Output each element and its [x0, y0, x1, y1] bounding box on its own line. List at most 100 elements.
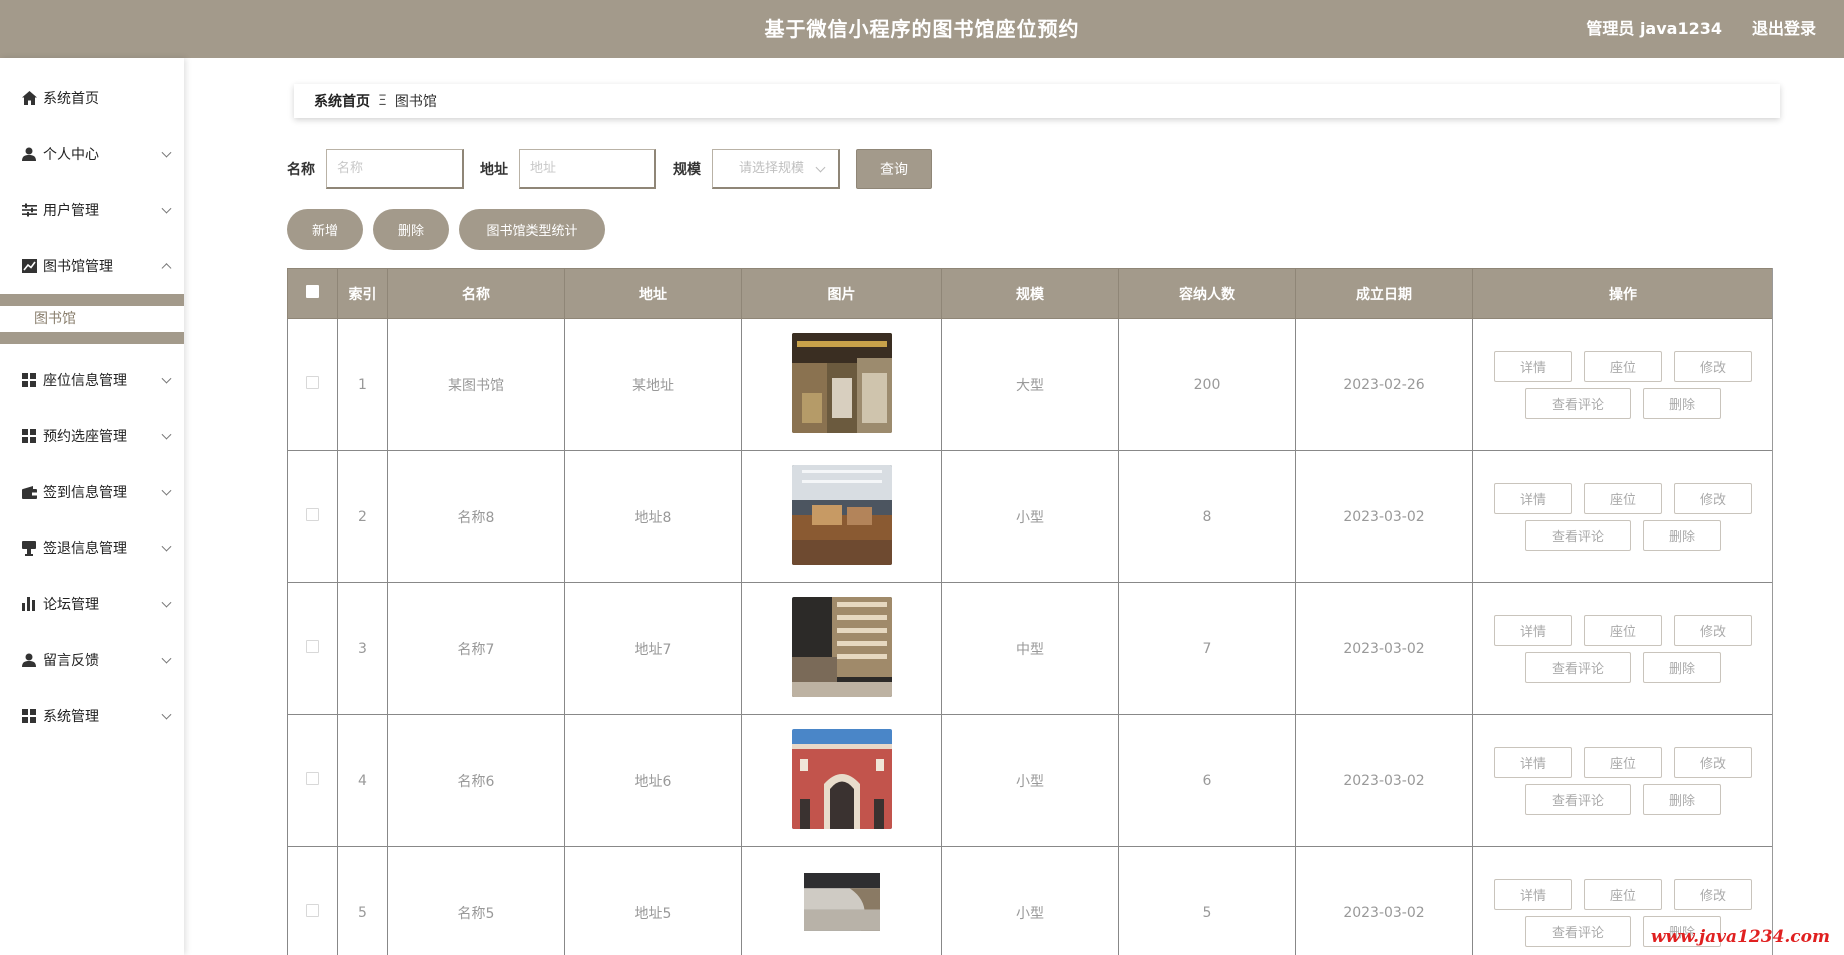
seat-button[interactable]: 座位: [1584, 746, 1662, 778]
add-button[interactable]: 新增: [287, 209, 363, 250]
view-comments-button[interactable]: 查看评论: [1525, 783, 1631, 815]
view-comments-button[interactable]: 查看评论: [1525, 387, 1631, 419]
breadcrumb-home[interactable]: 系统首页: [314, 91, 370, 111]
sidebar-item-checkout[interactable]: 签退信息管理: [0, 520, 184, 576]
header-index: 索引: [337, 268, 388, 319]
top-header: 基于微信小程序的图书馆座位预约 管理员 java1234 退出登录: [0, 0, 1844, 58]
table-header-row: 索引 名称 地址 图片 规模 容纳人数 成立日期 操作: [287, 268, 1772, 319]
chevron-down-icon: [161, 203, 172, 214]
sidebar-item-library-management[interactable]: 图书馆管理: [0, 238, 184, 294]
row-delete-button[interactable]: 删除: [1643, 651, 1721, 683]
sidebar-item-label: 座位信息管理: [43, 373, 127, 389]
sidebar-item-label: 预约选座管理: [43, 429, 127, 445]
library-photo[interactable]: [792, 872, 892, 949]
cell-name: 名称7: [387, 582, 565, 715]
sidebar-item-checkin[interactable]: 签到信息管理: [0, 464, 184, 520]
chevron-down-icon: [161, 147, 172, 158]
cell-capacity: 8: [1118, 450, 1296, 583]
sidebar-item-seats[interactable]: 座位信息管理: [0, 352, 184, 408]
library-type-stats-button[interactable]: 图书馆类型统计: [459, 209, 605, 250]
detail-button[interactable]: 详情: [1494, 878, 1572, 910]
seat-button[interactable]: 座位: [1584, 614, 1662, 646]
edit-button[interactable]: 修改: [1674, 746, 1752, 778]
cell-date: 2023-03-02: [1295, 714, 1473, 847]
sidebar-item-system[interactable]: 系统管理: [0, 688, 184, 744]
chevron-down-icon: [161, 485, 172, 496]
sidebar-item-label: 用户管理: [43, 203, 99, 219]
row-checkbox[interactable]: [306, 772, 319, 785]
sidebar-item-label: 系统首页: [43, 91, 99, 107]
chart-line-icon: [21, 258, 37, 274]
header-operations: 操作: [1472, 268, 1772, 319]
library-photo[interactable]: [791, 596, 892, 697]
sidebar-item-home[interactable]: 系统首页: [0, 70, 184, 126]
logout-link[interactable]: 退出登录: [1752, 0, 1816, 58]
cell-scale: 小型: [941, 714, 1119, 847]
sliders-icon: [21, 202, 37, 218]
delete-button[interactable]: 删除: [373, 209, 449, 250]
submenu-item-library[interactable]: 图书馆: [34, 306, 76, 332]
name-label: 名称: [287, 162, 315, 178]
sidebar-item-label: 系统管理: [43, 709, 99, 725]
scale-select-placeholder: 请选择规模: [739, 161, 805, 176]
seat-button[interactable]: 座位: [1584, 878, 1662, 910]
row-delete-button[interactable]: 删除: [1643, 519, 1721, 551]
sidebar-item-profile[interactable]: 个人中心: [0, 126, 184, 182]
row-checkbox[interactable]: [306, 904, 319, 917]
name-search-input[interactable]: [326, 149, 464, 189]
grid-icon: [21, 372, 37, 388]
breadcrumb-separator: Ξ: [378, 93, 387, 109]
row-checkbox[interactable]: [306, 640, 319, 653]
chevron-down-icon: [161, 429, 172, 440]
query-button[interactable]: 查询: [856, 149, 932, 189]
user-icon: [21, 652, 37, 668]
header-name: 名称: [387, 268, 565, 319]
row-delete-button[interactable]: 删除: [1643, 387, 1721, 419]
cell-address: 地址8: [564, 450, 742, 583]
header-image: 图片: [741, 268, 942, 319]
cell-index: 1: [337, 318, 388, 451]
chevron-up-icon: [161, 263, 172, 274]
cell-address: 某地址: [564, 318, 742, 451]
sidebar-item-reservations[interactable]: 预约选座管理: [0, 408, 184, 464]
sidebar-item-feedback[interactable]: 留言反馈: [0, 632, 184, 688]
seat-button[interactable]: 座位: [1584, 350, 1662, 382]
watermark: www.java1234.com: [1650, 927, 1830, 947]
cell-index: 2: [337, 450, 388, 583]
row-checkbox[interactable]: [306, 508, 319, 521]
table-row: 2 名称8 地址8 小型 8 2023-03-02 详情 座位 修改 查看评论 …: [287, 450, 1772, 583]
select-all-checkbox[interactable]: [306, 285, 319, 298]
library-table: 索引 名称 地址 图片 规模 容纳人数 成立日期 操作 1 某图书馆 某地址 大…: [287, 268, 1773, 955]
scale-label: 规模: [673, 162, 701, 178]
sidebar-item-label: 签退信息管理: [43, 541, 127, 557]
library-photo[interactable]: [791, 464, 892, 565]
detail-button[interactable]: 详情: [1494, 614, 1572, 646]
library-photo[interactable]: [791, 728, 892, 829]
row-checkbox[interactable]: [306, 376, 319, 389]
edit-button[interactable]: 修改: [1674, 878, 1752, 910]
sidebar-item-users[interactable]: 用户管理: [0, 182, 184, 238]
view-comments-button[interactable]: 查看评论: [1525, 519, 1631, 551]
row-delete-button[interactable]: 删除: [1643, 783, 1721, 815]
edit-button[interactable]: 修改: [1674, 350, 1752, 382]
header-address: 地址: [564, 268, 742, 319]
sidebar-item-forum[interactable]: 论坛管理: [0, 576, 184, 632]
sidebar: 系统首页 个人中心 用户管理 图书馆管理 图书馆 座位信息管理 预约选座管理 签…: [0, 58, 184, 955]
scale-select[interactable]: 请选择规模: [712, 149, 840, 189]
view-comments-button[interactable]: 查看评论: [1525, 915, 1631, 947]
edit-button[interactable]: 修改: [1674, 614, 1752, 646]
view-comments-button[interactable]: 查看评论: [1525, 651, 1631, 683]
cell-name: 名称6: [387, 714, 565, 847]
detail-button[interactable]: 详情: [1494, 350, 1572, 382]
address-search-input[interactable]: [519, 149, 656, 189]
detail-button[interactable]: 详情: [1494, 746, 1572, 778]
detail-button[interactable]: 详情: [1494, 482, 1572, 514]
chevron-down-icon: [161, 653, 172, 664]
edit-button[interactable]: 修改: [1674, 482, 1752, 514]
seat-button[interactable]: 座位: [1584, 482, 1662, 514]
cell-scale: 中型: [941, 582, 1119, 715]
header-select-all: [287, 268, 338, 319]
library-photo[interactable]: [791, 332, 892, 433]
cell-capacity: 200: [1118, 318, 1296, 451]
cell-name: 某图书馆: [387, 318, 565, 451]
